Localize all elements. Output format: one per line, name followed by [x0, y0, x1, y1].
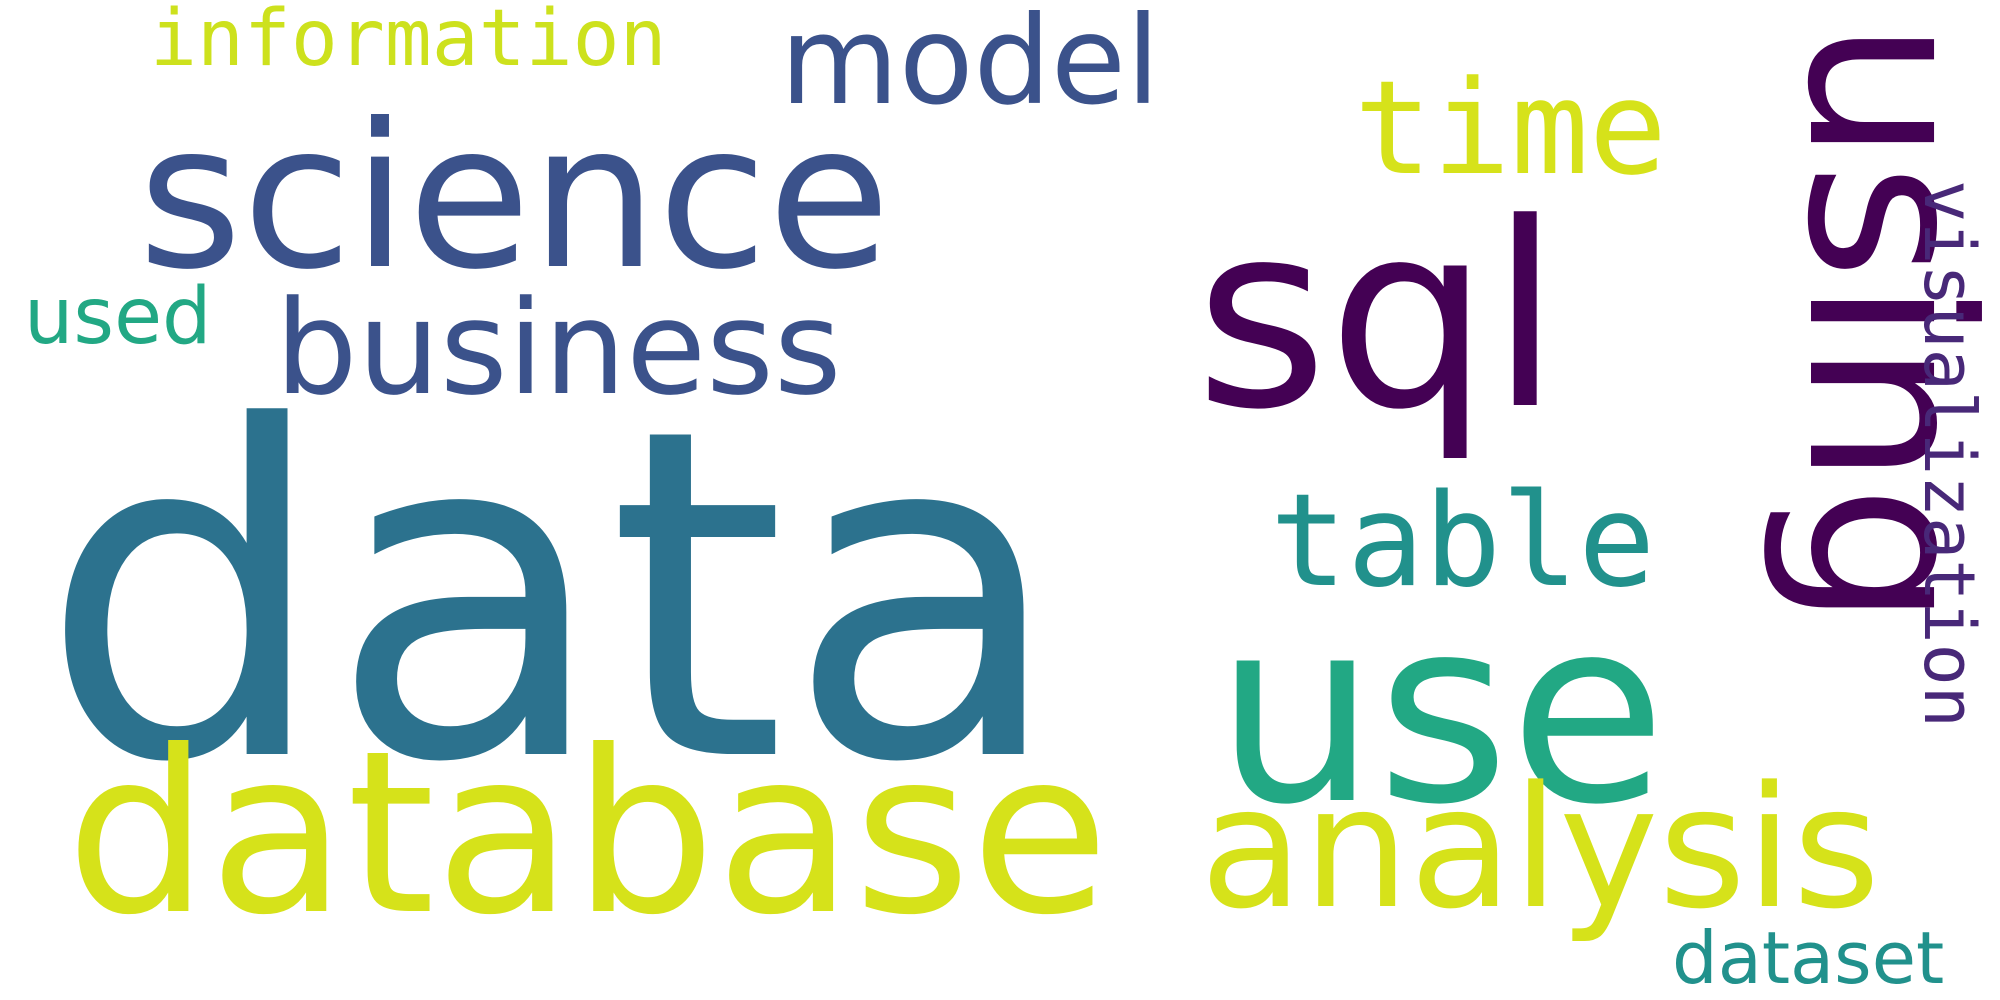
word-visualization: visualization [1908, 180, 1990, 728]
word-model: model [780, 0, 1160, 132]
word-science: science [138, 81, 891, 314]
word-information: information [150, 0, 667, 84]
word-business: business [275, 272, 842, 424]
word-used: used [24, 272, 212, 362]
word-cloud: data sql using science use database anal… [0, 0, 2000, 1000]
word-dataset: dataset [1672, 916, 1945, 1000]
word-table: table [1270, 467, 1656, 616]
word-analysis: analysis [1200, 750, 1881, 946]
word-sql: sql [1195, 169, 1561, 466]
word-time: time [1354, 52, 1668, 204]
word-database: database [66, 703, 1110, 965]
